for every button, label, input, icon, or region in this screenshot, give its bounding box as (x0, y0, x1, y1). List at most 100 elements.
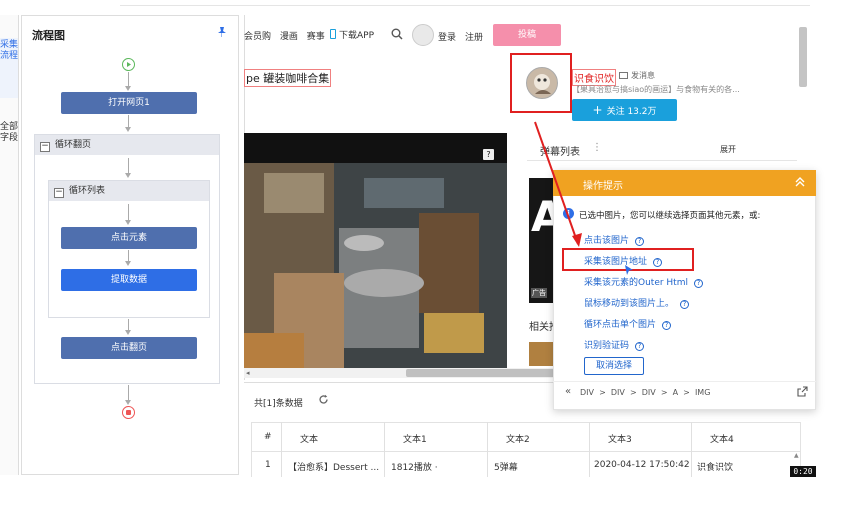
element-path-divider (553, 381, 816, 382)
collapse-icon[interactable]: − (40, 142, 50, 152)
site-nav: 会员购 漫画 赛事 (244, 29, 325, 42)
data-count: 共[1]条数据 (254, 399, 303, 409)
loop-list-label: 循环列表 (69, 186, 106, 196)
avatar-placeholder-icon[interactable] (412, 24, 434, 46)
tab-collect-flow[interactable]: 采集流程 (0, 38, 18, 98)
flow-arrow (125, 204, 131, 225)
nav-vip[interactable]: 会员购 (244, 32, 271, 42)
loop-list-header[interactable]: − 循环列表 (49, 181, 209, 201)
horizontal-scroll-thumb[interactable] (406, 369, 566, 377)
column-header-text3[interactable]: 文本3 (608, 432, 632, 445)
video-frame-image[interactable] (244, 133, 507, 368)
nav-events[interactable]: 赛事 (307, 32, 325, 42)
pin-icon[interactable] (216, 26, 228, 38)
flow-arrow (125, 115, 131, 132)
column-divider (281, 422, 282, 477)
help-icon[interactable]: ? (483, 149, 494, 160)
loop-click-image-link[interactable]: 循环点击单个图片? (584, 317, 672, 330)
nav-comic[interactable]: 漫画 (280, 32, 298, 42)
follow-button[interactable]: + 关注 13.2万 (572, 99, 677, 121)
download-app[interactable]: 下载APP (330, 28, 374, 41)
flow-arrow (125, 158, 131, 178)
table-cell: 1 (265, 460, 271, 470)
column-header-text1[interactable]: 文本1 (403, 432, 427, 445)
message-link[interactable]: 发消息 (619, 70, 655, 81)
node-click-element[interactable]: 点击元素 (61, 227, 197, 249)
column-divider (487, 422, 488, 477)
column-header-index: # (264, 432, 272, 442)
node-extract-data[interactable]: 提取数据 (61, 269, 197, 291)
table-header-divider (251, 451, 801, 452)
popup-collapse-icon[interactable] (793, 175, 807, 189)
danmaku-divider (527, 160, 797, 161)
table-cell[interactable]: 1812播放 · (391, 460, 438, 473)
loop-page-label: 循环翻页 (55, 140, 92, 150)
upload-button[interactable]: 投稿 (493, 24, 561, 46)
video-timer: 0:20 (790, 466, 816, 477)
column-divider (691, 422, 692, 477)
popup-info-text: 已选中图片，您可以继续选择页面其他元素，或: (579, 211, 761, 221)
expand-link[interactable]: 展开 (720, 144, 736, 155)
popup-title: 操作提示 (583, 181, 623, 192)
info-icon: i (563, 208, 574, 219)
danmaku-list-label[interactable]: 弹幕列表 (540, 143, 580, 158)
recognize-captcha-link[interactable]: 识别验证码? (584, 338, 645, 351)
flow-arrow (125, 250, 131, 266)
uploader-description: 【果具治愈与搞siao的画运】与食物有关的各... (572, 85, 740, 94)
related-thumbnail[interactable] (529, 342, 553, 366)
start-icon (122, 58, 135, 71)
more-icon[interactable]: ⋮ (592, 142, 602, 153)
follow-label: 关注 13.2万 (606, 107, 657, 117)
popup-header[interactable]: 操作提示 (553, 170, 816, 196)
plus-icon: + (592, 103, 603, 117)
loop-page-header[interactable]: − 循环翻页 (35, 135, 219, 155)
refresh-icon[interactable] (318, 394, 329, 405)
column-header-text4[interactable]: 文本4 (710, 432, 734, 445)
table-cell[interactable]: 识食识饮 (697, 460, 733, 473)
video-player[interactable]: ? (244, 133, 507, 368)
node-open-page[interactable]: 打开网页1 (61, 92, 197, 114)
column-header-text2[interactable]: 文本2 (506, 432, 530, 445)
table-cell[interactable]: 【治愈系】Dessert ... (288, 460, 379, 473)
question-icon[interactable]: ? (693, 279, 703, 288)
scroll-left-arrow[interactable]: ◂ (246, 369, 250, 377)
end-icon (122, 406, 135, 419)
flow-arrow (125, 319, 131, 335)
question-icon[interactable]: ? (680, 300, 690, 309)
hover-image-link[interactable]: 鼠标移动到该图片上。? (584, 296, 690, 309)
question-icon[interactable]: ? (662, 321, 672, 330)
click-image-link[interactable]: 点击该图片? (584, 233, 645, 246)
register-link[interactable]: 注册 (465, 30, 483, 43)
node-click-next[interactable]: 点击翻页 (61, 337, 197, 359)
flow-arrow (125, 385, 131, 405)
column-header-text[interactable]: 文本 (300, 432, 318, 445)
table-cell[interactable]: 2020-04-12 17:50:42 (594, 460, 690, 470)
flow-arrow (125, 72, 131, 91)
collect-outer-html-link[interactable]: 采集该元素的Outer Html? (584, 275, 703, 288)
mail-icon (619, 72, 628, 79)
flow-panel-title: 流程图 (32, 29, 65, 42)
phone-icon (330, 29, 336, 39)
browser-vertical-scrollbar[interactable] (799, 27, 807, 87)
top-toolbar-strip (120, 0, 810, 6)
question-icon[interactable]: ? (635, 237, 645, 246)
collapse-icon[interactable]: − (54, 188, 64, 198)
mouse-cursor-icon (624, 264, 634, 276)
question-icon[interactable]: ? (635, 342, 645, 351)
download-app-label: 下载APP (339, 31, 375, 41)
tab-all-fields[interactable]: 全部字段 (0, 122, 18, 172)
path-back-icon[interactable]: « (565, 386, 571, 397)
cancel-selection-button[interactable]: 取消选择 (584, 357, 644, 375)
external-link-icon[interactable] (797, 386, 808, 397)
search-icon[interactable] (391, 28, 403, 40)
ad-tag: 广告 (531, 288, 547, 298)
uploader-avatar[interactable] (526, 67, 558, 99)
element-path[interactable]: DIV > DIV > DIV > A > IMG (580, 388, 710, 397)
column-divider (589, 422, 590, 477)
column-divider (384, 422, 385, 477)
message-label: 发消息 (631, 71, 655, 80)
table-scroll-up-icon[interactable]: ▲ (794, 452, 799, 459)
video-title: pe 罐装咖啡合集 (244, 69, 332, 87)
login-link[interactable]: 登录 (438, 30, 456, 43)
table-cell[interactable]: 5弹幕 (494, 460, 518, 473)
